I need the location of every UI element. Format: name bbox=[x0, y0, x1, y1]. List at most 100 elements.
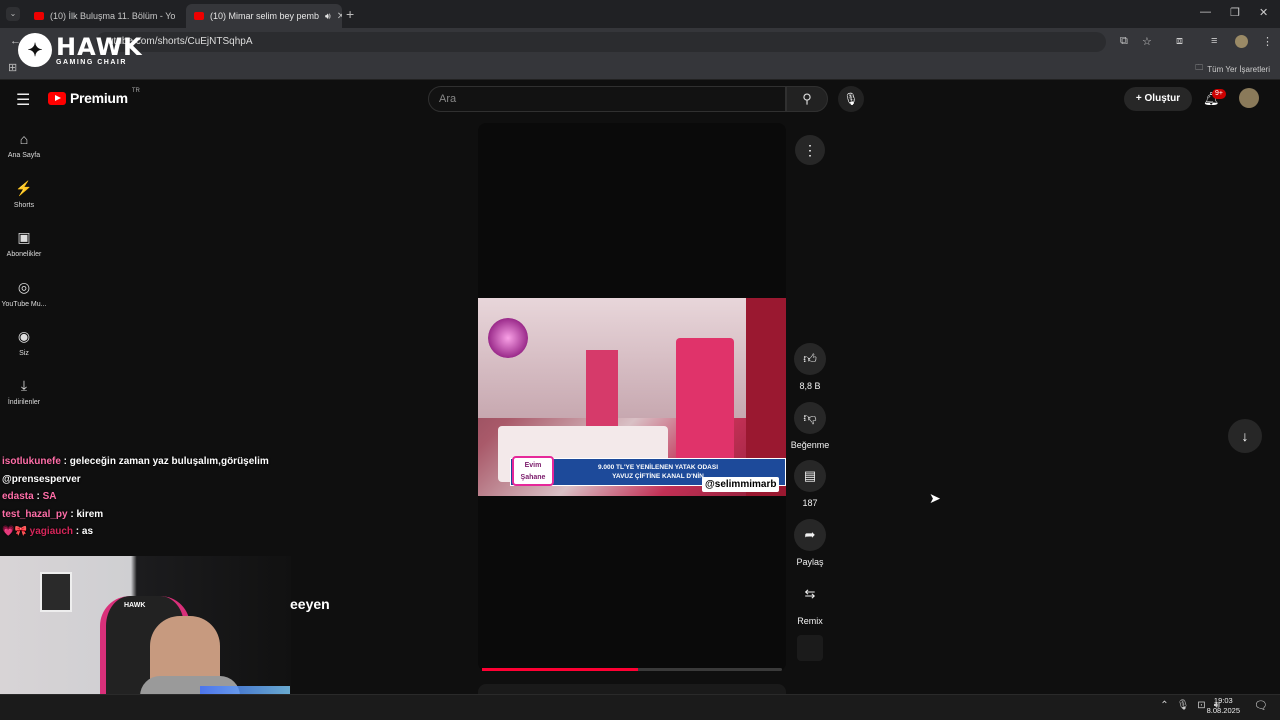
stream-chat-overlay: isotlukunefe : geleceğin zaman yaz buluş… bbox=[2, 453, 292, 541]
system-clock[interactable]: 19:03 8.08.2025 bbox=[1207, 696, 1240, 716]
microphone-icon[interactable]: 🎙︎ bbox=[1177, 700, 1190, 711]
next-short-button[interactable]: ↓ bbox=[1228, 419, 1262, 453]
chat-username: edasta bbox=[2, 491, 34, 502]
tab-close-icon[interactable]: ✕ bbox=[337, 11, 342, 22]
browser-tab-1[interactable]: (10) İlk Buluşma 11. Bölüm - Yo ✕ bbox=[26, 4, 182, 28]
search-button[interactable]: ⚲ bbox=[786, 86, 828, 112]
download-icon: ⤓ bbox=[20, 377, 28, 393]
chat-username: isotlukunefe bbox=[2, 456, 61, 467]
search-input[interactable]: Ara bbox=[428, 86, 786, 112]
chandelier bbox=[488, 318, 528, 358]
sound-thumbnail[interactable] bbox=[797, 635, 823, 661]
chevron-up-icon[interactable]: ⌃ bbox=[1160, 700, 1168, 711]
guide-item-subscriptions[interactable]: ▣ Abonelikler bbox=[0, 229, 48, 258]
all-bookmarks-label: Tüm Yer İşaretleri bbox=[1207, 64, 1270, 74]
chat-text: @prensesperver bbox=[2, 473, 81, 485]
chat-username: test_hazal_py bbox=[2, 508, 68, 520]
thumbs-down-icon: 👎︎ bbox=[794, 402, 826, 434]
guide-item-youtube-music[interactable]: ◎ YouTube Mu... bbox=[0, 279, 48, 308]
bookmark-star-icon[interactable]: ☆ bbox=[1142, 35, 1152, 48]
all-bookmarks-button[interactable]: 🗀 Tüm Yer İşaretleri bbox=[1195, 62, 1270, 76]
tab-title: (10) İlk Buluşma 11. Bölüm - Yo bbox=[50, 11, 176, 21]
video-progress-fill bbox=[482, 668, 638, 671]
speaker-icon[interactable]: 🔊︎ bbox=[325, 11, 331, 22]
youtube-favicon-icon bbox=[194, 12, 204, 20]
bedroom-wall bbox=[478, 298, 786, 418]
comment-count: 187 bbox=[802, 498, 818, 508]
youtube-play-icon bbox=[48, 91, 66, 105]
guide-item-you[interactable]: ◉ Siz bbox=[0, 328, 48, 357]
bookmarks-bar bbox=[0, 56, 1280, 80]
browser-menu-icon[interactable]: ⋮ bbox=[1262, 35, 1273, 48]
apps-grid-icon[interactable]: ⊞ bbox=[8, 61, 17, 74]
tab-close-icon[interactable]: ✕ bbox=[181, 11, 182, 22]
guide-label: Shorts bbox=[13, 202, 35, 209]
chat-message: isotlukunefe : geleceğin zaman yaz buluş… bbox=[2, 456, 269, 467]
channel-handle-overlay: @selimmimarb bbox=[702, 477, 780, 492]
chat-message: test_hazal_py : kirem bbox=[2, 508, 104, 520]
comments-button[interactable]: ▤ 187 bbox=[788, 460, 832, 508]
guide-item-shorts[interactable]: ⚡ Shorts bbox=[0, 180, 48, 209]
network-icon[interactable]: ⊡ bbox=[1197, 700, 1205, 711]
plus-icon: + bbox=[1135, 93, 1145, 104]
video-progress-bar[interactable] bbox=[482, 668, 782, 671]
notifications-badge: 9+ bbox=[1212, 89, 1226, 99]
tab-search-button[interactable]: ⌄ bbox=[6, 7, 20, 21]
browser-tab-2-active[interactable]: (10) Mimar selim bey pemb 🔊︎ ✕ bbox=[186, 4, 342, 28]
new-tab-button[interactable]: + bbox=[346, 6, 354, 22]
logo-text: Premium bbox=[70, 90, 128, 106]
home-icon: ⌂ bbox=[19, 131, 29, 147]
create-label: Oluştur bbox=[1144, 93, 1181, 104]
search-icon: ⚲ bbox=[802, 91, 812, 106]
media-control-icon[interactable]: ≡ bbox=[1211, 35, 1217, 47]
hamburger-menu-icon[interactable]: ☰ bbox=[16, 90, 30, 110]
create-button[interactable]: + Oluştur bbox=[1124, 87, 1192, 111]
guide-label: YouTube Mu... bbox=[1, 301, 47, 308]
mouse-cursor-icon: ➤ bbox=[929, 490, 941, 506]
region-code: TR bbox=[131, 88, 140, 94]
hawk-bird-icon: ✦ bbox=[18, 33, 52, 67]
clock-time: 19:03 bbox=[1213, 696, 1233, 705]
chat-text: SA bbox=[42, 491, 57, 502]
thumbs-up-icon: 👍︎ bbox=[794, 343, 826, 375]
guide-item-home[interactable]: ⌂ Ana Sayfa bbox=[0, 131, 48, 159]
like-count: 8,8 B bbox=[799, 381, 821, 391]
restore-button[interactable]: ❐ bbox=[1230, 6, 1240, 19]
youtube-premium-logo[interactable]: Premium TR bbox=[48, 88, 140, 106]
dislike-label: Beğenme bbox=[790, 440, 830, 450]
dislike-button[interactable]: 👎︎ Beğenme bbox=[788, 402, 832, 450]
minimize-button[interactable]: — bbox=[1200, 6, 1211, 18]
show-logo-top: Evim bbox=[524, 462, 542, 469]
arrow-down-icon: ↓ bbox=[1241, 428, 1249, 444]
chat-username: 💗🎀 yagiauch bbox=[2, 526, 74, 537]
account-circle-icon: ◉ bbox=[17, 328, 31, 344]
notification-center-icon[interactable]: 🗨︎ bbox=[1254, 699, 1268, 712]
share-label: Paylaş bbox=[796, 557, 824, 567]
more-vertical-icon: ⋮ bbox=[803, 142, 817, 158]
folder-icon: 🗀 bbox=[1195, 63, 1204, 72]
account-avatar[interactable] bbox=[1239, 88, 1259, 108]
remix-button[interactable]: ⇆ Remix bbox=[788, 578, 832, 626]
profile-avatar[interactable] bbox=[1235, 35, 1248, 48]
chat-text: kirem bbox=[76, 508, 104, 520]
guide-item-downloads[interactable]: ⤓ İndirilenler bbox=[0, 377, 48, 406]
share-button[interactable]: ➦ Paylaş bbox=[788, 519, 832, 567]
close-window-button[interactable]: ✕ bbox=[1259, 6, 1268, 19]
youtube-music-icon: ◎ bbox=[17, 279, 31, 295]
microphone-icon: 🎙︎ bbox=[843, 92, 859, 106]
address-bar[interactable]: utube.com/shorts/CuEjNTSqhpA bbox=[96, 32, 1106, 52]
guide-label: Siz bbox=[19, 350, 29, 357]
tab-title: (10) Mimar selim bey pemb bbox=[210, 11, 320, 21]
video-content[interactable]: Evim Şahane 9.000 TL'YE YENİLENEN YATAK … bbox=[478, 298, 786, 496]
install-app-icon[interactable]: ⧉ bbox=[1120, 35, 1128, 48]
voice-search-button[interactable]: 🎙︎ bbox=[838, 86, 864, 112]
wall-poster bbox=[40, 572, 72, 612]
like-button[interactable]: 👍︎ 8,8 B bbox=[788, 343, 832, 391]
more-options-button[interactable]: ⋮ bbox=[795, 135, 825, 165]
guide-label: İndirilenler bbox=[7, 399, 41, 406]
lower-third-line-1: 9.000 TL'YE YENİLENEN YATAK ODASI bbox=[597, 464, 719, 471]
share-arrow-icon: ➦ bbox=[794, 519, 826, 551]
pink-lace-panel bbox=[676, 338, 734, 466]
remix-icon: ⇆ bbox=[804, 586, 816, 601]
extensions-icon[interactable]: ⧈ bbox=[1176, 35, 1183, 48]
